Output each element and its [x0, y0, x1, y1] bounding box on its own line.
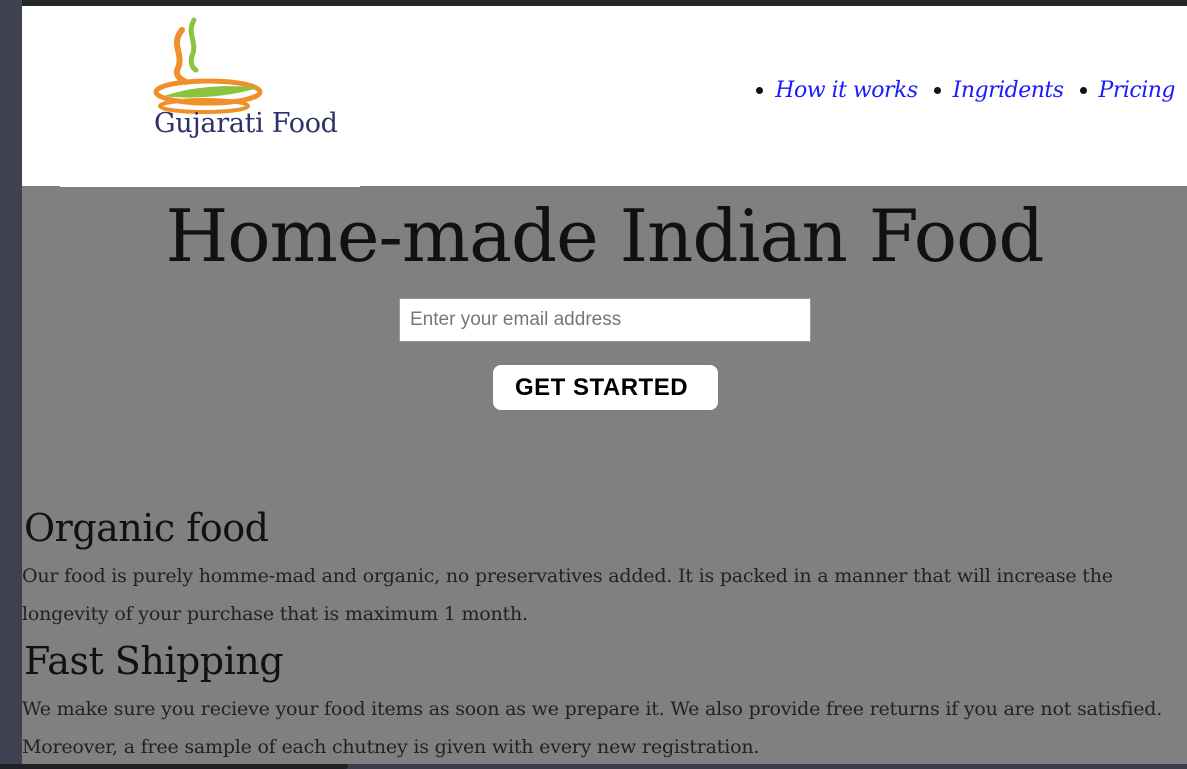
horizontal-scrollbar[interactable] — [0, 764, 1187, 769]
nav-link-ingridents[interactable]: Ingridents — [953, 78, 1064, 103]
logo[interactable]: Gujarati Food — [60, 6, 360, 187]
bullet-icon — [933, 87, 941, 94]
feature-title-shipping: Fast Shipping — [24, 639, 284, 683]
get-started-button[interactable]: GET STARTED — [493, 365, 718, 410]
nav-link-pricing[interactable]: Pricing — [1099, 78, 1176, 103]
bullet-icon — [1079, 87, 1087, 94]
scrollbar-thumb[interactable] — [0, 764, 348, 769]
nav-item-how-it-works: How it works — [740, 78, 918, 103]
nav-link-how-it-works[interactable]: How it works — [775, 78, 918, 103]
email-input[interactable] — [399, 298, 811, 342]
bullet-icon — [756, 87, 764, 94]
steaming-bowl-icon — [153, 17, 263, 114]
feature-body-shipping: We make sure you recieve your food items… — [22, 698, 1163, 758]
window-left-edge — [0, 0, 22, 769]
nav-item-pricing: Pricing — [1064, 78, 1176, 103]
main-nav: How it works Ingridents Pricing — [740, 78, 1176, 103]
feature-body-organic: Our food is purely homme-mad and organic… — [22, 565, 1113, 625]
hero-title: Home-made Indian Food — [165, 194, 1044, 278]
nav-item-ingridents: Ingridents — [918, 78, 1064, 103]
brand-name: Gujarati Food — [154, 108, 338, 139]
feature-title-organic: Organic food — [24, 506, 269, 550]
site-header: Gujarati Food How it works Ingridents Pr… — [22, 6, 1187, 187]
